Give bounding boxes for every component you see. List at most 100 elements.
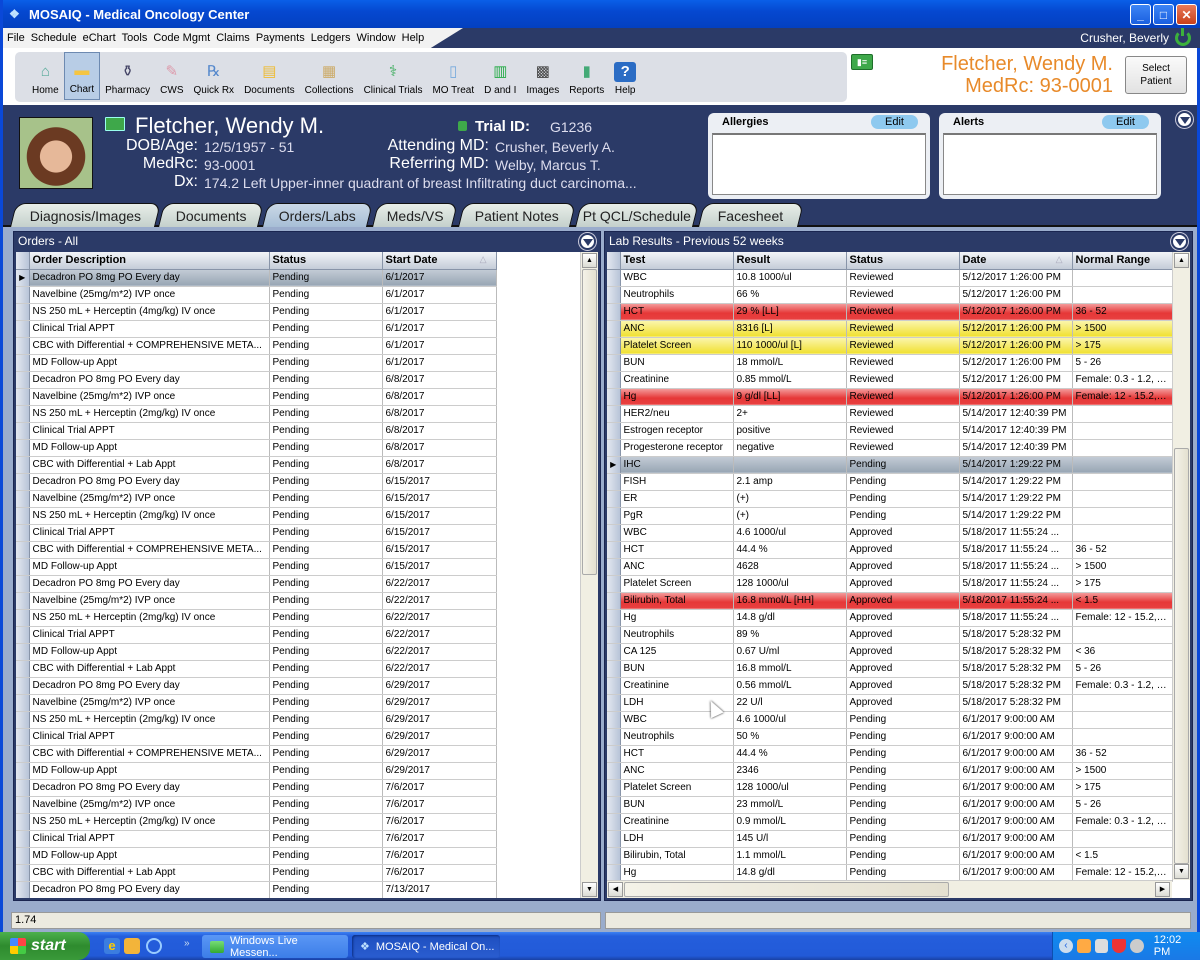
labs-options-icon[interactable] bbox=[1171, 233, 1188, 250]
menu-help[interactable]: Help bbox=[402, 32, 431, 44]
scroll-thumb[interactable] bbox=[1174, 448, 1189, 864]
order-row[interactable]: MD Follow-up Appt Pending 6/22/2017 bbox=[16, 643, 497, 661]
lab-row[interactable]: LDH 145 U/l Pending 6/1/2017 9:00:00 AM bbox=[607, 830, 1173, 848]
row-selector[interactable] bbox=[16, 439, 30, 457]
order-row[interactable]: CBC with Differential + Lab Appt Pending 7… bbox=[16, 864, 497, 882]
lab-row[interactable]: Bilirubin, Total 16.8 mmol/L [HH] Approved… bbox=[607, 592, 1173, 610]
lab-row[interactable]: HCT 44.4 % Pending 6/1/2017 9:00:00 AM 36 - … bbox=[607, 745, 1173, 763]
lab-row[interactable]: HER2/neu 2+ Reviewed 5/14/2017 12:40:39 PM bbox=[607, 405, 1173, 423]
order-row[interactable]: Decadron PO 8mg PO Every day Pending 7/13/… bbox=[16, 881, 497, 898]
order-row[interactable]: Decadron PO 8mg PO Every day Pending 6/15/… bbox=[16, 473, 497, 491]
order-row[interactable]: Decadron PO 8mg PO Every day Pending 6/29/… bbox=[16, 677, 497, 695]
order-row[interactable]: CBC with Differential + Lab Appt Pending 6… bbox=[16, 456, 497, 474]
menu-tools[interactable]: Tools bbox=[122, 32, 154, 44]
lab-row[interactable]: WBC 10.8 1000/ul Reviewed 5/12/2017 1:26:00… bbox=[607, 269, 1173, 287]
order-row[interactable]: NS 250 mL + Herceptin (4mg/kg) IV once Pe… bbox=[16, 303, 497, 321]
order-row[interactable]: Clinical Trial APPT Pending 6/1/2017 bbox=[16, 320, 497, 338]
volume-icon[interactable] bbox=[1130, 939, 1144, 953]
row-selector[interactable] bbox=[607, 286, 621, 304]
row-selector[interactable] bbox=[607, 558, 621, 576]
maximize-button[interactable]: □ bbox=[1153, 4, 1174, 25]
row-selector[interactable] bbox=[607, 728, 621, 746]
menu-code-mgmt[interactable]: Code Mgmt bbox=[153, 32, 216, 44]
search-icon[interactable] bbox=[146, 938, 162, 954]
order-row[interactable]: CBC with Differential + COMPREHENSIVE ME… bbox=[16, 541, 497, 559]
row-selector[interactable] bbox=[16, 405, 30, 423]
row-selector[interactable] bbox=[16, 592, 30, 610]
row-selector[interactable] bbox=[607, 660, 621, 678]
row-selector[interactable] bbox=[16, 524, 30, 542]
labs-column-header[interactable]: Result bbox=[733, 252, 847, 270]
toolbar-mo-treat-button[interactable]: ▯ MO Treat bbox=[427, 52, 479, 100]
row-selector[interactable] bbox=[607, 762, 621, 780]
row-selector[interactable] bbox=[607, 592, 621, 610]
row-selector[interactable]: ▶ bbox=[607, 456, 621, 474]
taskbar-button-messenger[interactable]: Windows Live Messen... bbox=[202, 935, 348, 959]
scroll-down-arrow-icon[interactable]: ▼ bbox=[1174, 864, 1189, 879]
order-row[interactable]: MD Follow-up Appt Pending 6/8/2017 bbox=[16, 439, 497, 457]
toolbar-reports-button[interactable]: ▮ Reports bbox=[564, 52, 609, 100]
lab-row[interactable]: PgR (+) Pending 5/14/2017 1:29:22 PM bbox=[607, 507, 1173, 525]
row-selector[interactable] bbox=[607, 609, 621, 627]
minimize-button[interactable]: _ bbox=[1130, 4, 1151, 25]
order-row[interactable]: Navelbine (25mg/m*2) IVP once Pending 6/1/… bbox=[16, 286, 497, 304]
row-selector[interactable]: ▶ bbox=[16, 269, 30, 287]
lab-row[interactable]: LDH 22 U/l Approved 5/18/2017 5:28:32 PM bbox=[607, 694, 1173, 712]
lab-row[interactable]: CA 125 0.67 U/ml Approved 5/18/2017 5:28:32… bbox=[607, 643, 1173, 661]
lab-row[interactable]: BUN 16.8 mmol/L Approved 5/18/2017 5:28:32 … bbox=[607, 660, 1173, 678]
order-row[interactable]: ▶ Decadron PO 8mg PO Every day Pending 6/1/… bbox=[16, 269, 497, 287]
toolbar-quick-rx-button[interactable]: ℞ Quick Rx bbox=[189, 52, 240, 100]
row-selector[interactable] bbox=[607, 847, 621, 865]
row-selector[interactable] bbox=[607, 643, 621, 661]
orders-column-header[interactable]: Status bbox=[269, 252, 383, 270]
row-selector[interactable] bbox=[607, 694, 621, 712]
tray-expand-icon[interactable]: ‹ bbox=[1059, 939, 1073, 953]
lab-row[interactable]: Creatinine 0.56 mmol/L Approved 5/18/2017 5… bbox=[607, 677, 1173, 695]
toolbar-collections-button[interactable]: ▦ Collections bbox=[300, 52, 359, 100]
order-row[interactable]: MD Follow-up Appt Pending 6/15/2017 bbox=[16, 558, 497, 576]
scroll-up-arrow-icon[interactable]: ▲ bbox=[1174, 253, 1189, 268]
labs-horizontal-scrollbar[interactable]: ◀ ▶ bbox=[607, 880, 1172, 898]
row-selector[interactable] bbox=[16, 609, 30, 627]
order-row[interactable]: MD Follow-up Appt Pending 7/6/2017 bbox=[16, 847, 497, 865]
row-selector[interactable] bbox=[607, 337, 621, 355]
row-selector[interactable] bbox=[16, 456, 30, 474]
tab-pt-qcl-schedule[interactable]: Pt QCL/Schedule bbox=[575, 203, 699, 227]
row-selector[interactable] bbox=[607, 388, 621, 406]
banner-collapse-icon[interactable] bbox=[1176, 111, 1193, 128]
scroll-left-arrow-icon[interactable]: ◀ bbox=[608, 882, 623, 897]
orders-column-header[interactable]: Start Date △ bbox=[382, 252, 497, 270]
row-selector[interactable] bbox=[607, 779, 621, 797]
order-row[interactable]: Decadron PO 8mg PO Every day Pending 7/6/2… bbox=[16, 779, 497, 797]
row-selector[interactable] bbox=[16, 541, 30, 559]
row-selector[interactable] bbox=[607, 830, 621, 848]
order-row[interactable]: Navelbine (25mg/m*2) IVP once Pending 6/15… bbox=[16, 490, 497, 508]
tab-documents[interactable]: Documents bbox=[158, 203, 264, 227]
row-selector[interactable] bbox=[607, 371, 621, 389]
scroll-up-arrow-icon[interactable]: ▲ bbox=[582, 253, 597, 268]
patient-id-card-icon[interactable] bbox=[105, 117, 125, 131]
allergies-edit-button[interactable]: Edit bbox=[871, 115, 918, 129]
row-selector[interactable] bbox=[16, 660, 30, 678]
security-shield-icon[interactable] bbox=[1112, 939, 1126, 953]
row-selector[interactable] bbox=[16, 643, 30, 661]
tab-orders-labs[interactable]: Orders/Labs bbox=[262, 203, 373, 227]
menu-ledgers[interactable]: Ledgers bbox=[311, 32, 357, 44]
lab-row[interactable]: BUN 18 mmol/L Reviewed 5/12/2017 1:26:00 PM… bbox=[607, 354, 1173, 372]
row-selector[interactable] bbox=[16, 847, 30, 865]
lab-row[interactable]: WBC 4.6 1000/ul Pending 6/1/2017 9:00:00 AM bbox=[607, 711, 1173, 729]
menu-schedule[interactable]: Schedule bbox=[31, 32, 83, 44]
order-row[interactable]: Navelbine (25mg/m*2) IVP once Pending 6/29… bbox=[16, 694, 497, 712]
order-row[interactable]: CBC with Differential + COMPREHENSIVE ME… bbox=[16, 745, 497, 763]
network-user-icon[interactable] bbox=[1076, 939, 1091, 953]
row-selector[interactable] bbox=[607, 422, 621, 440]
lab-row[interactable]: Neutrophils 66 % Reviewed 5/12/2017 1:26:00… bbox=[607, 286, 1173, 304]
row-selector[interactable] bbox=[16, 422, 30, 440]
row-selector[interactable] bbox=[16, 626, 30, 644]
toolbar-home-button[interactable]: ⌂ Home bbox=[27, 52, 64, 100]
row-selector[interactable] bbox=[607, 354, 621, 372]
row-selector[interactable] bbox=[16, 354, 30, 372]
menu-window[interactable]: Window bbox=[357, 32, 402, 44]
lab-row[interactable]: ANC 8316 [L] Reviewed 5/12/2017 1:26:00 PM >… bbox=[607, 320, 1173, 338]
row-selector[interactable] bbox=[607, 626, 621, 644]
